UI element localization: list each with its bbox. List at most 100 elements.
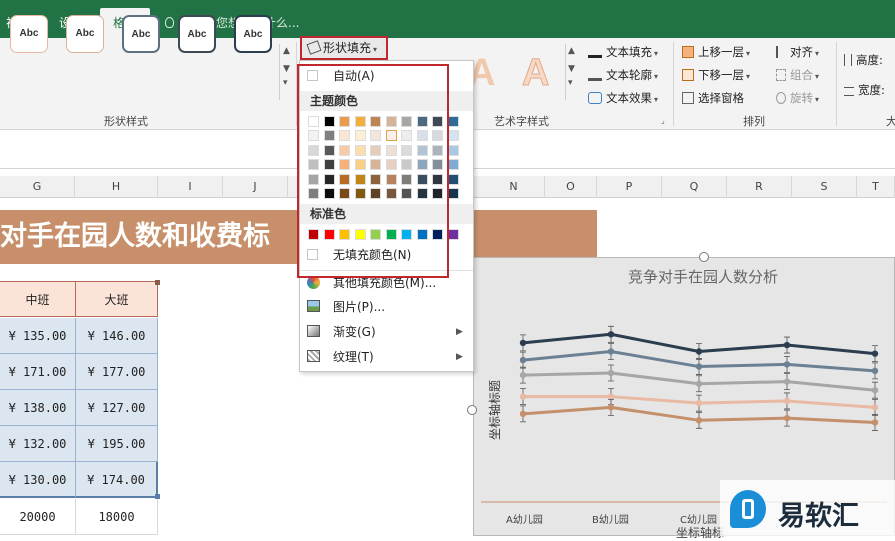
chart-resize-handle[interactable] — [467, 405, 477, 415]
data-point[interactable] — [695, 363, 703, 370]
data-point[interactable] — [519, 371, 527, 379]
column-header-q[interactable]: Q — [662, 176, 727, 198]
table-resize-handle[interactable] — [155, 494, 160, 499]
submenu-arrow-icon: ▶ — [456, 327, 463, 337]
table-cell[interactable]: ¥ 127.00 — [76, 390, 158, 426]
data-point[interactable] — [519, 356, 527, 364]
table-cell[interactable]: ¥ 132.00 — [0, 426, 76, 462]
shape-height-field[interactable]: 高度: — [844, 50, 883, 70]
bring-forward-icon — [682, 46, 694, 58]
scroll-up-icon[interactable]: ▲ — [568, 46, 578, 56]
menu-item-texture[interactable]: 纹理(T) ▶ — [305, 346, 467, 368]
shape-style-3[interactable]: Abc — [122, 15, 160, 53]
shape-style-5[interactable]: Abc — [234, 15, 272, 53]
table-header-senior-class[interactable]: 大班 — [76, 281, 158, 317]
standard-color-swatch[interactable] — [447, 229, 459, 240]
table-cell[interactable]: ¥ 146.00 — [76, 318, 158, 354]
dropdown-arrow-icon: ▾ — [654, 49, 659, 58]
wordart-sample-2[interactable]: A — [521, 52, 549, 95]
rotate-icon — [776, 92, 786, 104]
data-point[interactable] — [695, 380, 703, 387]
data-point[interactable] — [607, 393, 615, 400]
data-point[interactable] — [519, 393, 527, 400]
chart-resize-handle[interactable] — [699, 252, 709, 262]
shape-style-scroller[interactable]: ▲ ▼ ▾ — [279, 44, 293, 100]
shape-width-field[interactable]: 宽度: — [844, 80, 885, 100]
shape-style-4[interactable]: Abc — [178, 15, 216, 53]
x-axis-title[interactable]: 坐标轴标 — [676, 524, 724, 541]
theme-color-swatch[interactable] — [447, 159, 459, 170]
data-point[interactable] — [871, 404, 879, 411]
data-point[interactable] — [783, 341, 791, 349]
data-point[interactable] — [519, 410, 527, 418]
table-resize-handle[interactable] — [155, 280, 160, 285]
text-effects-button[interactable]: 文本效果 ▾ — [588, 88, 658, 108]
theme-color-swatch[interactable] — [447, 130, 459, 141]
data-point[interactable] — [607, 404, 615, 411]
shape-fill-button[interactable]: 形状填充 ▾ — [300, 36, 388, 60]
table-cell[interactable]: ¥ 177.00 — [76, 354, 158, 390]
data-point[interactable] — [783, 378, 791, 385]
rotate-button[interactable]: 旋转 ▾ — [776, 88, 819, 108]
scroll-up-icon[interactable]: ▲ — [283, 46, 293, 56]
text-outline-button[interactable]: 文本轮廓 ▾ — [588, 65, 658, 85]
ribbon-separator — [836, 42, 837, 126]
scroll-down-icon[interactable]: ▼ — [568, 64, 578, 74]
scroll-down-icon[interactable]: ▼ — [283, 64, 293, 74]
column-header-h[interactable]: H — [75, 176, 158, 198]
menu-item-gradient[interactable]: 渐变(G) ▶ — [305, 321, 467, 343]
data-point[interactable] — [607, 369, 615, 377]
column-header-p[interactable]: P — [597, 176, 662, 198]
data-point[interactable] — [607, 331, 615, 338]
theme-color-swatch[interactable] — [447, 173, 459, 185]
data-point[interactable] — [695, 399, 703, 407]
data-point[interactable] — [871, 367, 879, 375]
column-header-s[interactable]: S — [792, 176, 857, 198]
data-point[interactable] — [871, 350, 879, 357]
data-point[interactable] — [871, 387, 879, 394]
dialog-launcher-icon[interactable]: ⌟ — [661, 116, 665, 125]
group-button[interactable]: 组合 ▾ — [776, 65, 819, 85]
table-cell[interactable]: 20000 — [0, 499, 76, 535]
sheet-title: 对手在园人数和收费标 — [0, 221, 270, 252]
table-cell[interactable]: ¥ 135.00 — [0, 318, 76, 354]
table-cell[interactable]: ¥ 138.00 — [0, 390, 76, 426]
table-cell[interactable]: ¥ 195.00 — [76, 426, 158, 462]
data-point[interactable] — [783, 361, 791, 368]
menu-item-picture[interactable]: 图片(P)... — [305, 296, 385, 318]
align-button[interactable]: 对齐 ▾ — [776, 42, 819, 62]
column-header-j[interactable]: J — [223, 176, 288, 198]
more-styles-icon[interactable]: ▾ — [283, 78, 293, 88]
shape-style-2[interactable]: Abc — [66, 15, 104, 53]
table-cell[interactable]: ¥ 171.00 — [0, 354, 76, 390]
table-header-middle-class[interactable]: 中班 — [0, 281, 76, 317]
selection-pane-button[interactable]: 选择窗格 — [682, 88, 744, 108]
ribbon-separator — [673, 42, 674, 126]
send-backward-icon — [682, 69, 694, 81]
shape-style-1[interactable]: Abc — [10, 15, 48, 53]
text-fill-button[interactable]: 文本填充 ▾ — [588, 42, 658, 62]
column-header-g[interactable]: G — [0, 176, 75, 198]
table-cell[interactable]: ¥ 130.00 — [0, 462, 76, 498]
table-cell[interactable]: 18000 — [76, 499, 158, 535]
data-point[interactable] — [695, 417, 703, 424]
data-point[interactable] — [695, 348, 703, 355]
column-header-n[interactable]: N — [483, 176, 545, 198]
data-point[interactable] — [783, 397, 791, 405]
theme-color-swatch[interactable] — [447, 144, 459, 156]
bring-forward-button[interactable]: 上移一层 ▾ — [682, 42, 750, 62]
column-header-i[interactable]: I — [158, 176, 223, 198]
data-point[interactable] — [519, 339, 527, 347]
column-header-t[interactable]: T — [857, 176, 895, 198]
data-point[interactable] — [871, 419, 879, 426]
send-backward-button[interactable]: 下移一层 ▾ — [682, 65, 750, 85]
more-styles-icon[interactable]: ▾ — [568, 78, 578, 88]
theme-color-swatch[interactable] — [447, 188, 459, 199]
column-header-o[interactable]: O — [545, 176, 597, 198]
data-point[interactable] — [607, 348, 615, 355]
column-header-r[interactable]: R — [727, 176, 792, 198]
data-point[interactable] — [783, 414, 791, 422]
wordart-scroller[interactable]: ▲ ▼ ▾ — [565, 44, 578, 100]
table-cell[interactable]: ¥ 174.00 — [76, 462, 158, 498]
theme-color-swatch[interactable] — [447, 116, 459, 127]
